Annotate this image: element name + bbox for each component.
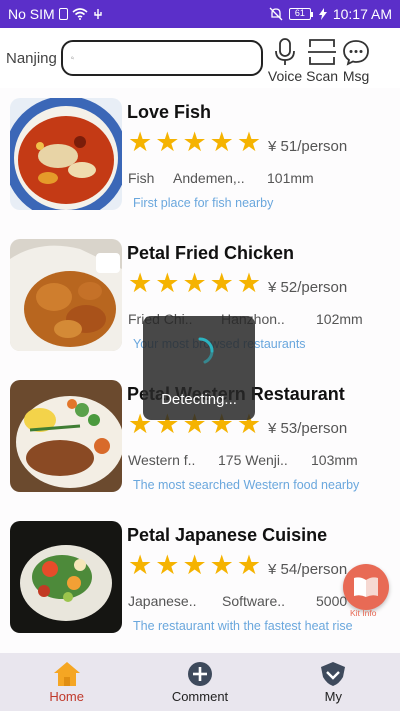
star-icon: ★ bbox=[209, 550, 234, 580]
search-icon bbox=[71, 56, 74, 60]
star-icon: ★ bbox=[155, 550, 180, 580]
nav-comment-label: Comment bbox=[171, 688, 229, 704]
restaurant-info: Japanese.. Software.. 5000 bbox=[128, 593, 347, 609]
bottom-nav: Home Comment My bbox=[0, 653, 400, 711]
loading-text: Detecting... bbox=[161, 391, 237, 408]
restaurant-tag: The most searched Western food nearby bbox=[133, 478, 360, 492]
distance: 103mm bbox=[311, 452, 358, 468]
search-input[interactable] bbox=[79, 43, 261, 73]
price: ¥ 53/person bbox=[268, 420, 348, 437]
restaurant-info: Fish Andemen,.. 101mm bbox=[128, 170, 314, 186]
restaurant-name: Love Fish bbox=[127, 102, 212, 122]
msg-button[interactable]: Msg bbox=[342, 32, 370, 84]
search-box[interactable] bbox=[60, 40, 263, 76]
scan-icon bbox=[308, 39, 337, 65]
restaurant-name: Petal Japanese Cuisine bbox=[127, 525, 328, 545]
carrier-label: No SIM bbox=[8, 6, 55, 22]
area: Andemen,.. bbox=[173, 170, 245, 186]
star-icon: ★ bbox=[155, 268, 180, 298]
usb-icon bbox=[93, 9, 102, 19]
status-bar: No SIM 61 10:17 AM bbox=[0, 0, 400, 28]
battery-icon: 61 bbox=[288, 8, 313, 20]
restaurant-info: Western f.. 175 Wenji.. 103mm bbox=[128, 452, 358, 468]
star-icon: ★ bbox=[128, 550, 153, 580]
charging-icon bbox=[318, 8, 327, 20]
category: Fish bbox=[128, 170, 155, 186]
price: ¥ 54/person bbox=[268, 561, 348, 578]
scan-label: Scan bbox=[306, 68, 339, 84]
category: Japanese.. bbox=[128, 593, 197, 609]
star-icon: ★ bbox=[236, 268, 262, 298]
distance: 102mm bbox=[316, 311, 363, 327]
rating-stars: ★ ★ ★ ★ ★ bbox=[128, 129, 261, 156]
restaurant-tag: The restaurant with the fastest heat ris… bbox=[133, 619, 353, 633]
plus-circle-icon bbox=[187, 661, 212, 686]
voice-button[interactable]: Voice bbox=[268, 32, 302, 84]
kit-info-label: Kit Info bbox=[350, 608, 377, 618]
star-icon: ★ bbox=[209, 268, 234, 298]
voice-label: Voice bbox=[267, 68, 303, 84]
clock: 10:17 AM bbox=[332, 6, 392, 22]
star-icon: ★ bbox=[236, 127, 262, 157]
price: ¥ 52/person bbox=[268, 279, 348, 296]
restaurant-image bbox=[10, 239, 122, 351]
distance: 101mm bbox=[267, 170, 314, 186]
area: Software.. bbox=[222, 593, 286, 609]
msg-label: Msg bbox=[342, 68, 370, 84]
book-icon bbox=[354, 577, 378, 597]
restaurant-image bbox=[10, 380, 122, 492]
star-icon: ★ bbox=[128, 127, 153, 157]
microphone-icon bbox=[275, 38, 295, 65]
category: Western f.. bbox=[128, 452, 196, 468]
nav-home-label: Home bbox=[49, 688, 84, 704]
kit-info-button[interactable] bbox=[343, 564, 389, 610]
top-bar: Nanjing Voice Scan Msg bbox=[0, 28, 400, 88]
star-icon: ★ bbox=[209, 127, 234, 157]
price: ¥ 51/person bbox=[268, 138, 348, 155]
star-icon: ★ bbox=[128, 268, 153, 298]
city-selector[interactable]: Nanjing bbox=[6, 50, 57, 67]
home-icon bbox=[53, 661, 80, 686]
star-icon: ★ bbox=[182, 268, 207, 298]
scan-button[interactable]: Scan bbox=[306, 32, 338, 84]
area: 175 Wenji.. bbox=[218, 452, 288, 468]
distance: 5000 bbox=[316, 593, 348, 609]
nav-comment[interactable]: Comment bbox=[133, 653, 266, 711]
star-icon: ★ bbox=[236, 550, 262, 580]
loading-dialog: Detecting... bbox=[143, 316, 255, 420]
restaurant-image bbox=[10, 98, 122, 210]
star-icon: ★ bbox=[182, 127, 207, 157]
sim-icon bbox=[58, 8, 68, 20]
restaurant-image bbox=[10, 521, 122, 633]
star-icon: ★ bbox=[155, 127, 180, 157]
restaurant-name: Petal Fried Chicken bbox=[127, 243, 295, 263]
nav-my-label: My bbox=[324, 688, 342, 704]
restaurant-tag: First place for fish nearby bbox=[133, 196, 274, 210]
wifi-icon bbox=[72, 8, 88, 20]
rating-stars: ★ ★ ★ ★ ★ bbox=[128, 552, 261, 579]
user-shield-icon bbox=[321, 661, 346, 686]
nav-home[interactable]: Home bbox=[0, 653, 133, 711]
restaurant-card[interactable]: Love Fish ★ ★ ★ ★ ★ ¥ 51/person Fish And… bbox=[0, 88, 400, 228]
restaurant-card[interactable]: Petal Japanese Cuisine ★ ★ ★ ★ ★ ¥ 54/pe… bbox=[0, 511, 400, 651]
spinner-icon bbox=[198, 337, 214, 364]
mute-icon bbox=[269, 7, 283, 21]
message-icon bbox=[343, 40, 369, 66]
star-icon: ★ bbox=[182, 550, 207, 580]
rating-stars: ★ ★ ★ ★ ★ bbox=[128, 270, 261, 297]
nav-my[interactable]: My bbox=[267, 653, 400, 711]
